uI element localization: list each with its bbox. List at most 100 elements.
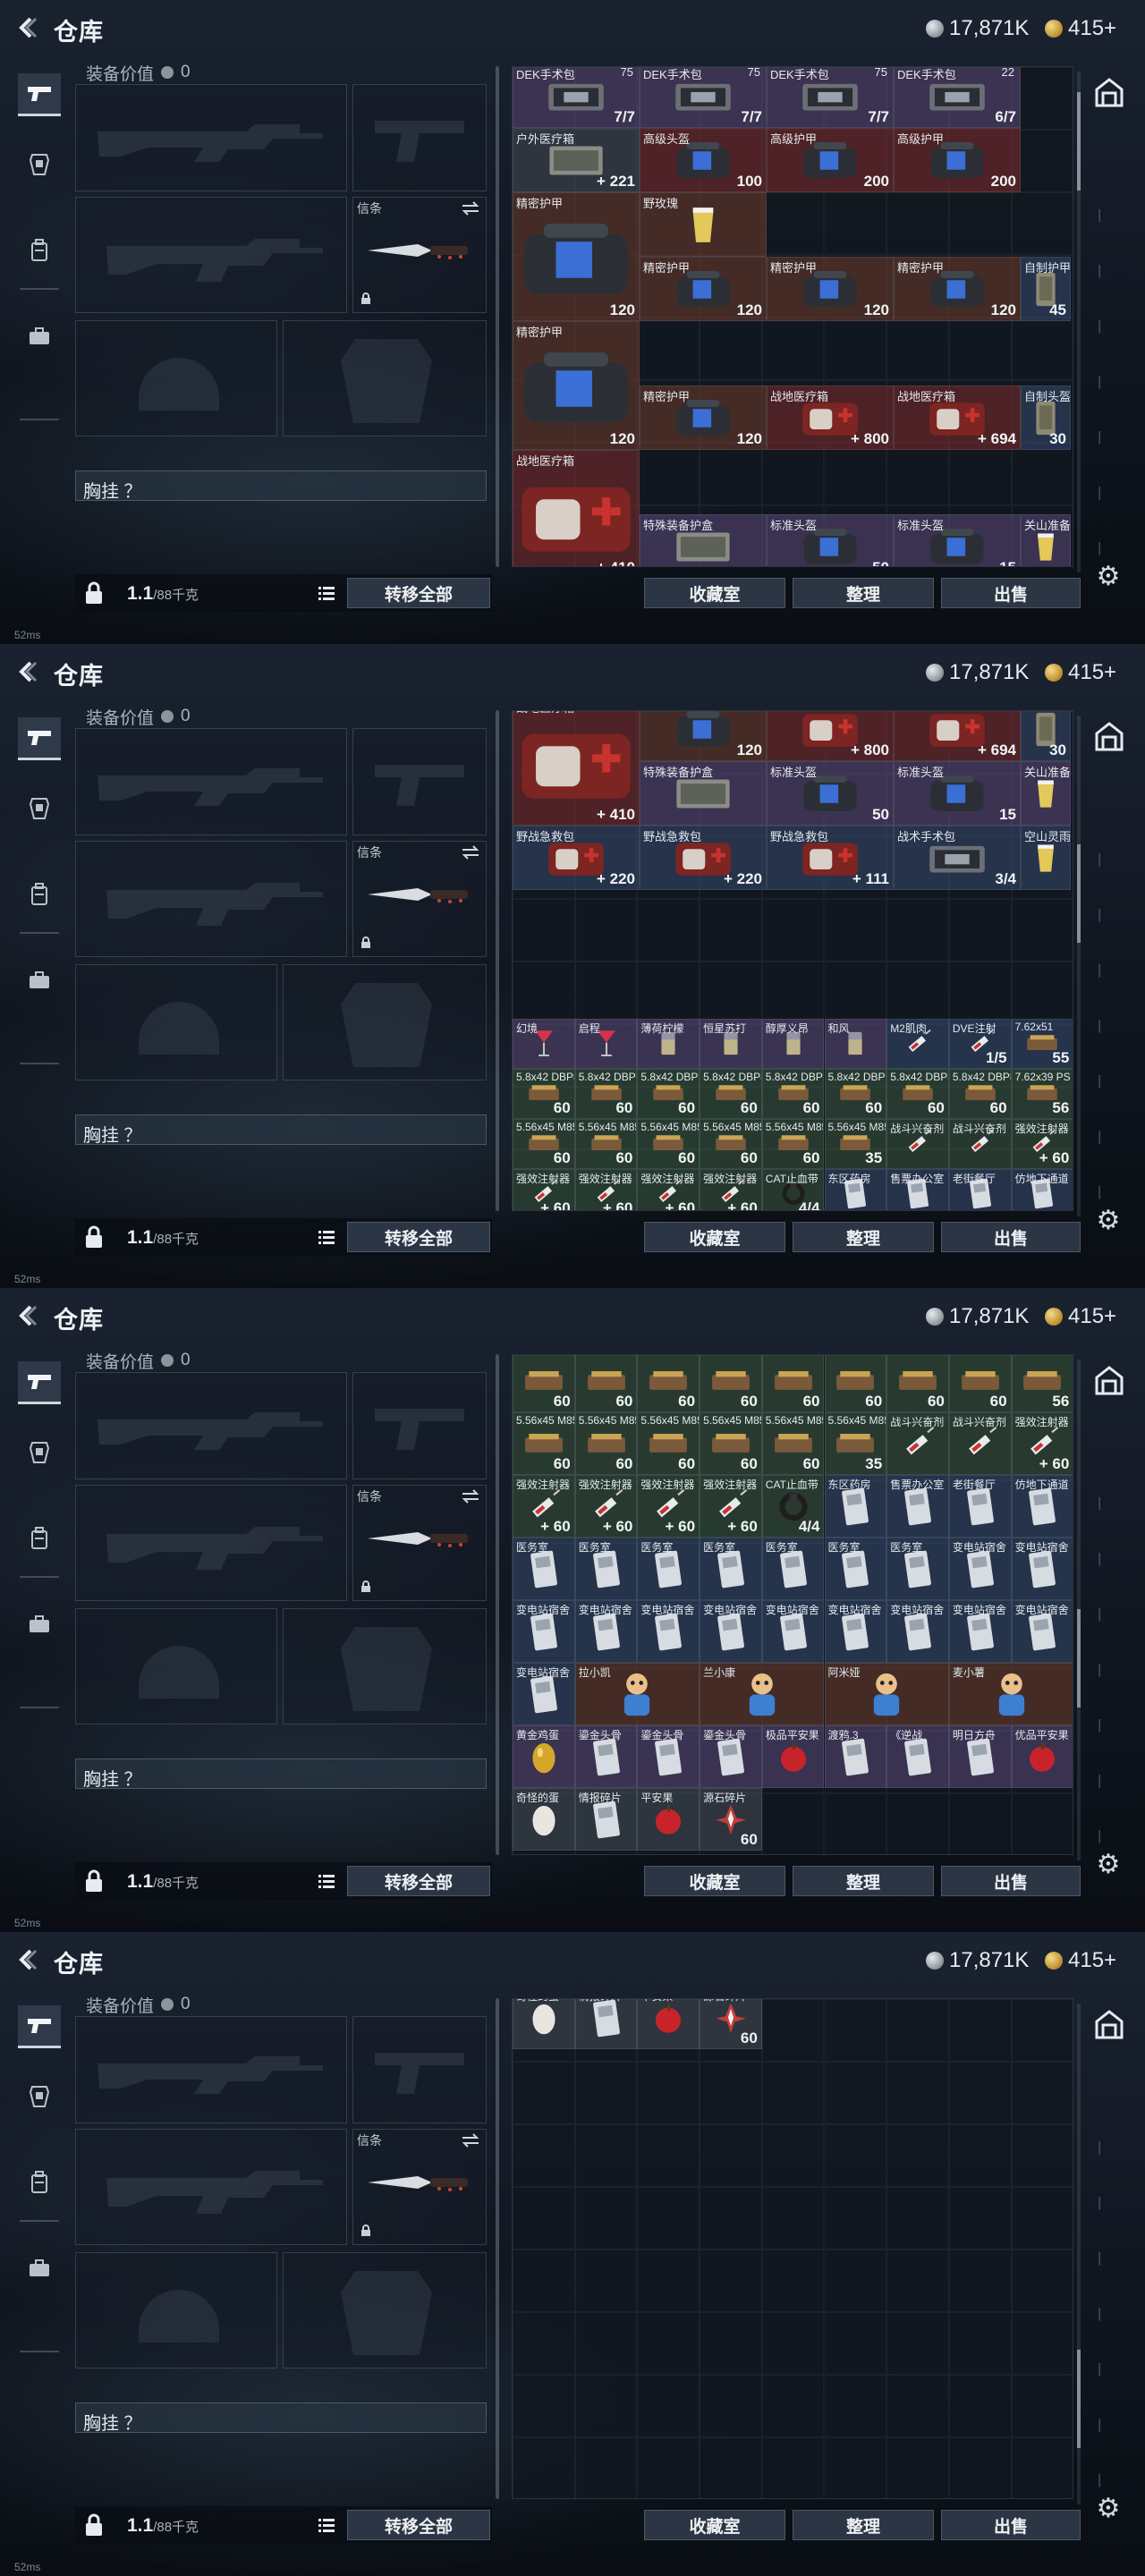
armor-icon[interactable] [18,1431,61,1474]
empty-cell[interactable] [637,318,700,380]
inventory-item[interactable]: 仿地下通道 [1011,1169,1073,1210]
empty-cell[interactable] [761,2250,825,2312]
armor-icon[interactable] [18,2075,61,2118]
pistol-icon[interactable] [18,717,61,760]
empty-cell[interactable] [761,318,825,380]
settings-gear-icon[interactable]: ⚙ [1093,1850,1124,1880]
organize-button[interactable]: 整理 [793,1222,934,1252]
list-icon[interactable] [317,583,336,603]
inventory-item[interactable]: 明日方舟 [948,1725,1012,1788]
collection-room-button[interactable]: 收藏室 [644,2510,785,2540]
settings-gear-icon[interactable]: ⚙ [1093,2494,1124,2524]
inventory-item[interactable]: 鎏金头骨 [574,1725,638,1788]
empty-cell[interactable] [700,2312,762,2375]
empty-cell[interactable] [761,2312,825,2375]
empty-cell[interactable] [1011,2312,1073,2375]
loadout-scrollbar[interactable] [496,66,499,567]
inventory-item[interactable]: DEK手术包 6/7 22 [894,67,1021,128]
empty-cell[interactable] [761,962,825,1024]
empty-cell[interactable] [700,962,762,1024]
sell-button[interactable]: 出售 [941,1222,1081,1252]
inventory-item[interactable]: 变电站宿舍 [513,1663,575,1725]
empty-cell[interactable] [1011,192,1073,255]
inventory-item[interactable]: 变电站宿舍 [948,1538,1012,1600]
empty-cell[interactable] [886,2312,949,2375]
inventory-item[interactable]: 医务室 [761,1538,825,1600]
empty-cell[interactable] [761,899,825,962]
empty-cell[interactable] [761,2375,825,2437]
inventory-item[interactable]: 醇厚义昂 [761,1019,825,1069]
inventory-item[interactable]: 战地医疗箱 + 694 [894,386,1021,450]
chest-rig-slot[interactable]: 胸挂 ？ [75,2402,487,2434]
inventory-item[interactable]: 鎏金头骨 [700,1725,762,1788]
stash-scrollbar[interactable] [1077,716,1081,1216]
inventory-item[interactable]: 战地医疗箱 + 410 [513,450,640,566]
inventory-item[interactable]: 变电站宿舍 [700,1600,762,1663]
swap-icon[interactable] [461,2133,480,2148]
empty-cell[interactable] [574,962,638,1024]
inventory-item[interactable]: 医务室 [824,1538,887,1600]
lock-icon[interactable] [84,581,104,605]
inventory-item[interactable]: 高级护甲 200 [767,128,894,192]
inventory-item[interactable]: 7.62x51 55 [1011,1019,1073,1069]
inventory-item[interactable]: 60 [700,1355,762,1412]
loadout-scrollbar[interactable] [496,710,499,1211]
gold-currency[interactable]: 415+ [1045,1948,1116,1973]
inventory-item[interactable]: 强效注射器 + 60 [574,1475,638,1538]
empty-cell[interactable] [1011,962,1073,1024]
empty-cell[interactable] [824,192,887,255]
armor-icon[interactable] [18,787,61,830]
inventory-item[interactable]: 5.8x42 DBP88 60 [574,1069,638,1119]
empty-cell[interactable] [761,192,825,255]
loadout-scrollbar[interactable] [496,1998,499,2499]
inventory-item[interactable]: 医务室 [574,1538,638,1600]
empty-cell[interactable] [886,318,949,380]
armor-slot[interactable] [283,1608,487,1724]
inventory-item[interactable]: 标准头盔 15 [894,514,1021,566]
armor-slot[interactable] [283,964,487,1080]
settings-gear-icon[interactable]: ⚙ [1093,562,1124,592]
inventory-item[interactable]: 源石碎片 60 [700,1788,762,1851]
back-arrow-icon[interactable] [14,1302,39,1329]
rifle-slot[interactable] [75,841,347,957]
inventory-item[interactable]: 战斗兴奋剂 [886,1412,949,1475]
transfer-all-button[interactable]: 转移全部 [347,1866,490,1896]
inventory-item[interactable]: 优品平安果 [1011,1725,1073,1788]
inventory-item[interactable]: 医务室 [637,1538,700,1600]
empty-cell[interactable] [886,2437,949,2498]
chest-rig-slot[interactable]: 胸挂 ？ [75,1758,487,1790]
briefcase-icon[interactable] [18,2247,61,2290]
empty-cell[interactable] [886,962,949,1024]
empty-cell[interactable] [948,1999,1012,2062]
empty-cell[interactable] [948,443,1012,505]
inventory-item[interactable]: DEK手术包 7/7 75 [513,67,640,128]
inventory-item[interactable]: 变电站宿舍 [824,1600,887,1663]
empty-cell[interactable] [1011,2062,1073,2124]
backpack-icon[interactable] [18,2161,61,2204]
empty-cell[interactable] [574,2187,638,2250]
briefcase-icon[interactable] [18,315,61,358]
inventory-item[interactable]: 精密护甲 120 [894,257,1021,321]
inventory-item[interactable]: 5.56x45 M855 35 [824,1412,887,1475]
empty-cell[interactable] [574,2124,638,2187]
inventory-item[interactable]: 特殊装备护盒 [640,514,767,566]
empty-cell[interactable] [824,2437,887,2498]
empty-cell[interactable] [948,2062,1012,2124]
inventory-item[interactable]: 麦小薯 [948,1663,1073,1725]
inventory-item[interactable]: 战斗兴奋剂 [948,1119,1012,1169]
rifle-slot[interactable] [75,2129,347,2245]
knife-slot[interactable]: 信条 [352,1485,487,1601]
inventory-item[interactable]: 战术手术包 3/4 [894,826,1021,890]
inventory-item[interactable]: 户外医疗箱 + 221 [513,128,640,192]
inventory-item[interactable]: 5.56x45 M855 60 [637,1119,700,1169]
empty-cell[interactable] [1011,2187,1073,2250]
inventory-item[interactable]: 自制护甲 45 [1021,257,1071,321]
empty-cell[interactable] [513,2312,575,2375]
inventory-item[interactable]: 幻境 [513,1019,575,1069]
inventory-item[interactable]: 标准头盔 50 [767,761,894,826]
lock-icon[interactable] [84,2513,104,2537]
empty-cell[interactable] [1011,443,1073,505]
inventory-item[interactable]: 拉小凯 [574,1663,700,1725]
empty-cell[interactable] [700,2187,762,2250]
settings-gear-icon[interactable]: ⚙ [1093,1206,1124,1236]
